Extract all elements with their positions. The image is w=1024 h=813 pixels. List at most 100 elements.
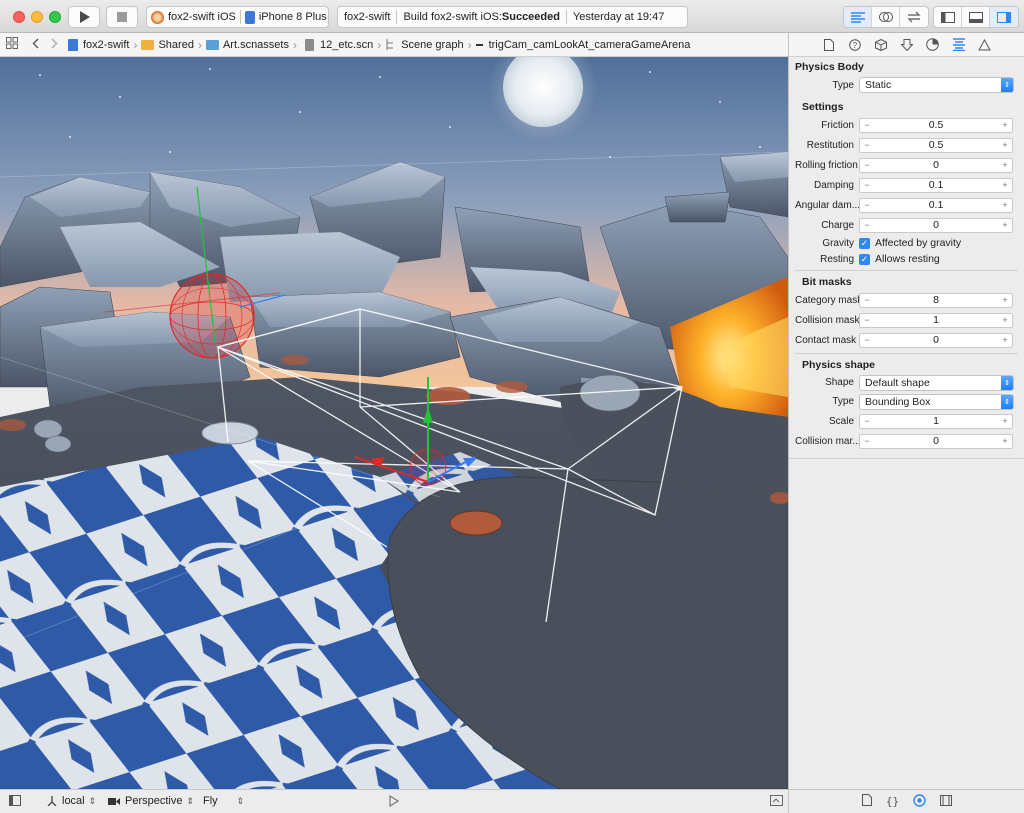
file-template-library-tab[interactable] bbox=[861, 794, 872, 809]
increment-icon[interactable]: + bbox=[998, 180, 1012, 190]
gravity-checkbox[interactable]: ✓ bbox=[859, 237, 870, 249]
jumpbar-selected-node[interactable]: trigCam_camLookAt_cameraGameArena bbox=[475, 39, 690, 51]
navigation-mode-popup[interactable]: Fly ⇕ bbox=[203, 795, 244, 807]
code-snippet-library-tab[interactable]: {} bbox=[886, 795, 899, 808]
gravity-checkbox-text[interactable]: Affected by gravity bbox=[875, 237, 961, 249]
tab-quick-help[interactable]: ? bbox=[846, 36, 864, 54]
charge-field[interactable]: −0 + bbox=[859, 217, 1013, 233]
angular-damping-field[interactable]: −0.1 + bbox=[859, 197, 1013, 213]
activity-status-prefix: Build fox2-swift iOS: bbox=[403, 11, 502, 23]
run-button[interactable] bbox=[68, 6, 100, 28]
shape-popup[interactable]: Default shape ⇕ bbox=[859, 374, 1014, 391]
tab-file-inspector[interactable] bbox=[820, 36, 838, 54]
back-button[interactable] bbox=[32, 38, 39, 52]
toggle-navigator-button[interactable] bbox=[934, 7, 962, 27]
jumpbar-scene-file[interactable]: 12_etc.scn bbox=[301, 38, 373, 51]
media-library-tab[interactable] bbox=[940, 794, 953, 809]
decrement-icon[interactable]: − bbox=[860, 180, 874, 190]
decrement-icon[interactable]: − bbox=[860, 436, 874, 446]
app-target-icon bbox=[151, 10, 164, 24]
decrement-icon[interactable]: − bbox=[860, 120, 874, 130]
shape-type-popup[interactable]: Bounding Box ⇕ bbox=[859, 393, 1014, 410]
decrement-icon[interactable]: − bbox=[860, 200, 874, 210]
decrement-icon[interactable]: − bbox=[860, 416, 874, 426]
tab-scene-inspector[interactable] bbox=[976, 36, 994, 54]
category-mask-value[interactable]: 8 bbox=[874, 294, 998, 306]
scene-viewport[interactable] bbox=[0, 57, 788, 789]
increment-icon[interactable]: + bbox=[998, 220, 1012, 230]
friction-value[interactable]: 0.5 bbox=[874, 119, 998, 131]
resting-checkbox-text[interactable]: Allows resting bbox=[875, 253, 940, 265]
damping-value[interactable]: 0.1 bbox=[874, 179, 998, 191]
restitution-field[interactable]: −0.5 + bbox=[859, 137, 1013, 153]
collision-margin-field[interactable]: −0 + bbox=[859, 433, 1013, 449]
increment-icon[interactable]: + bbox=[998, 295, 1012, 305]
stop-button[interactable] bbox=[106, 6, 138, 28]
jumpbar-group-shared[interactable]: Shared bbox=[141, 39, 194, 51]
increment-icon[interactable]: + bbox=[998, 335, 1012, 345]
coordinate-space-popup[interactable]: local ⇕ bbox=[47, 795, 96, 807]
decrement-icon[interactable]: − bbox=[860, 220, 874, 230]
rolling-friction-field[interactable]: −0 + bbox=[859, 157, 1013, 173]
activity-viewer[interactable]: fox2-swift Build fox2-swift iOS: Succeed… bbox=[337, 6, 688, 28]
decrement-icon[interactable]: − bbox=[860, 315, 874, 325]
zoom-window-button[interactable] bbox=[49, 11, 61, 23]
scheme-selector[interactable]: fox2-swift iOS iPhone 8 Plus bbox=[146, 6, 329, 28]
decrement-icon[interactable]: − bbox=[860, 335, 874, 345]
forward-button[interactable] bbox=[51, 38, 58, 52]
increment-icon[interactable]: + bbox=[998, 436, 1012, 446]
film-icon bbox=[940, 794, 953, 806]
jumpbar-scene-graph[interactable]: Scene graph bbox=[385, 39, 464, 51]
object-library-tab[interactable] bbox=[913, 793, 926, 810]
decrement-icon[interactable]: − bbox=[860, 295, 874, 305]
charge-value[interactable]: 0 bbox=[874, 219, 998, 231]
tab-physics-inspector[interactable] bbox=[950, 36, 968, 54]
restitution-value[interactable]: 0.5 bbox=[874, 139, 998, 151]
jumpbar-scnassets[interactable]: Art.scnassets bbox=[205, 39, 289, 51]
damping-field[interactable]: −0.1 + bbox=[859, 177, 1013, 193]
related-items-button[interactable] bbox=[6, 37, 18, 52]
contact-mask-label: Contact mask bbox=[795, 334, 857, 346]
resting-checkbox[interactable]: ✓ bbox=[859, 253, 870, 265]
increment-icon[interactable]: + bbox=[998, 416, 1012, 426]
toggle-inspector-button[interactable] bbox=[990, 7, 1018, 27]
angular-damping-value[interactable]: 0.1 bbox=[874, 199, 998, 211]
minimize-window-button[interactable] bbox=[31, 11, 43, 23]
friction-field[interactable]: −0.5 + bbox=[859, 117, 1013, 133]
contact-mask-value[interactable]: 0 bbox=[874, 334, 998, 346]
decrement-icon[interactable]: − bbox=[860, 160, 874, 170]
close-window-button[interactable] bbox=[13, 11, 25, 23]
jumpbar-project[interactable]: fox2-swift bbox=[68, 38, 129, 51]
toggle-debug-area-button[interactable] bbox=[962, 7, 990, 27]
collision-margin-value[interactable]: 0 bbox=[874, 435, 998, 447]
scale-value[interactable]: 1 bbox=[874, 415, 998, 427]
tab-attributes-inspector[interactable] bbox=[898, 36, 916, 54]
navigation-mode-label: Fly bbox=[203, 795, 218, 807]
version-editor-button[interactable] bbox=[900, 7, 928, 27]
contact-mask-field[interactable]: −0 + bbox=[859, 332, 1013, 348]
increment-icon[interactable]: + bbox=[998, 160, 1012, 170]
toggle-outline-button[interactable] bbox=[9, 795, 21, 806]
tab-node-inspector[interactable] bbox=[872, 36, 890, 54]
scale-field[interactable]: −1 + bbox=[859, 413, 1013, 429]
increment-icon[interactable]: + bbox=[998, 315, 1012, 325]
physics-body-type-popup[interactable]: Static ⇕ bbox=[859, 77, 1014, 93]
increment-icon[interactable]: + bbox=[998, 200, 1012, 210]
point-of-view-popup[interactable]: Perspective ⇕ bbox=[108, 795, 194, 807]
standard-editor-button[interactable] bbox=[844, 7, 872, 27]
shape-type-value: Bounding Box bbox=[865, 395, 931, 408]
decrement-icon[interactable]: − bbox=[860, 140, 874, 150]
scene-render[interactable] bbox=[0, 57, 788, 789]
collision-mask-field[interactable]: −1 + bbox=[859, 312, 1013, 328]
charge-label: Charge bbox=[821, 219, 854, 231]
increment-icon[interactable]: + bbox=[998, 140, 1012, 150]
shield-down-icon bbox=[900, 38, 913, 51]
rolling-friction-value[interactable]: 0 bbox=[874, 159, 998, 171]
assistant-editor-button[interactable] bbox=[872, 7, 900, 27]
category-mask-field[interactable]: −8 + bbox=[859, 292, 1013, 308]
tab-material-inspector[interactable] bbox=[924, 36, 942, 54]
play-scene-button[interactable] bbox=[389, 795, 399, 807]
toggle-library-button[interactable] bbox=[770, 795, 783, 806]
increment-icon[interactable]: + bbox=[998, 120, 1012, 130]
collision-mask-value[interactable]: 1 bbox=[874, 314, 998, 326]
